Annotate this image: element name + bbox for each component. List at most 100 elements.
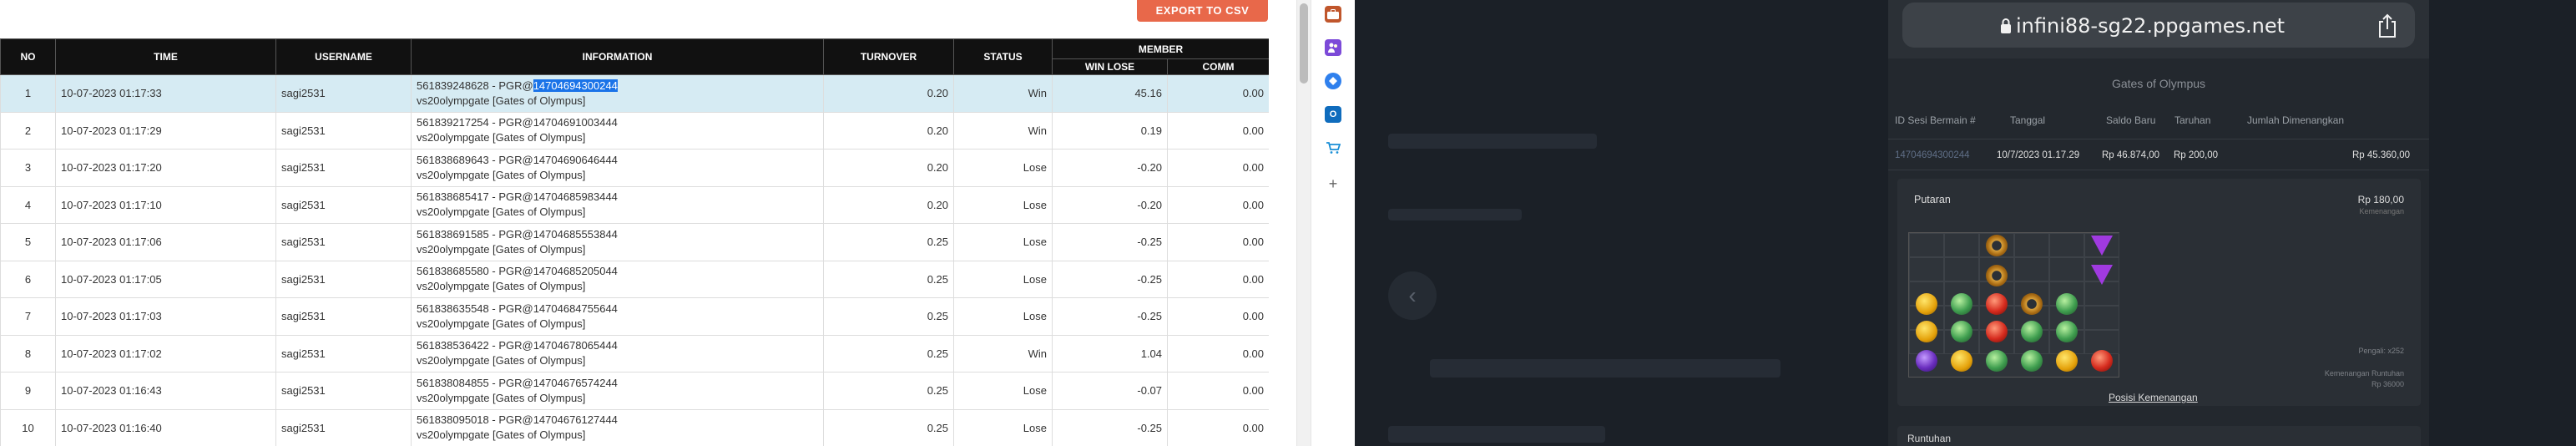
info-game: vs20olympgate [Gates of Olympus] [417,428,586,442]
col-header-time[interactable]: TIME [55,38,276,75]
url-bar[interactable]: infini88-sg22.ppgames.net [1902,3,2415,48]
table-row[interactable]: 2 10-07-2023 01:17:29 sagi2531 561839217254… [0,111,1269,150]
outlook-icon[interactable]: O [1325,106,1341,123]
cell-status: Lose [953,185,1053,224]
red-gem-icon [1986,321,2008,342]
gold-gem-icon [1916,293,1937,315]
col-header-no[interactable]: NO [0,38,56,75]
table-row[interactable]: 10 10-07-2023 01:16:40 sagi2531 56183809501… [0,408,1269,446]
col-header-comm[interactable]: COMM [1167,58,1269,75]
info-round-id[interactable]: 14704685205044 [533,265,618,277]
report-panel: EXPORT TO CSV NO TIME USERNAME INFORMATI… [0,0,1269,446]
table-row[interactable]: 3 10-07-2023 01:17:20 sagi2531 561838689643… [0,149,1269,187]
cell-status: Lose [953,372,1053,410]
info-ticket: 561838635548 - PGR@ [417,302,533,315]
col-balance: Saldo Baru [2106,114,2156,126]
scrollbar[interactable] [1296,0,1311,446]
cell-time: 10-07-2023 01:16:40 [55,408,276,446]
cell-turnover: 0.25 [823,372,954,410]
info-round-id[interactable]: 14704694300244 [533,79,618,92]
export-csv-button[interactable]: EXPORT TO CSV [1137,0,1268,22]
cell-time: 10-07-2023 01:17:06 [55,223,276,261]
briefcase-icon[interactable] [1325,6,1341,23]
cell-turnover: 0.20 [823,74,954,113]
cell-username: sagi2531 [275,149,412,187]
info-round-id[interactable]: 14704690646444 [533,154,618,166]
info-round-id[interactable]: 14704678065444 [533,339,618,352]
info-round-id[interactable]: 14704684755644 [533,302,618,315]
back-arrow-icon[interactable]: ‹ [1388,271,1437,320]
session-date-value: 10/7/2023 01.17.29 [1997,150,2080,160]
gold-gem-icon [2056,350,2078,372]
share-icon[interactable] [2376,13,2398,38]
posisi-kemenangan-link[interactable]: Posisi Kemenangan [2109,392,2198,403]
green-gem-icon [1951,293,1972,315]
info-game: vs20olympgate [Gates of Olympus] [417,131,586,144]
col-session-id: ID Sesi Bermain # [1895,114,1976,126]
cell-username: sagi2531 [275,334,412,373]
copilot-icon[interactable] [1325,73,1341,89]
col-date: Tanggal [2010,114,2046,126]
add-icon[interactable]: + [1325,175,1341,192]
ring-symbol-icon [2021,293,2043,315]
info-ticket: 561838536422 - PGR@ [417,339,533,352]
table-row[interactable]: 8 10-07-2023 01:17:02 sagi2531 561838536422… [0,334,1269,373]
info-round-id[interactable]: 14704685553844 [533,228,618,241]
col-header-status[interactable]: STATUS [953,38,1053,75]
info-ticket: 561838689643 - PGR@ [417,153,533,166]
cell-turnover: 0.25 [823,408,954,446]
info-game: vs20olympgate [Gates of Olympus] [417,317,586,330]
col-header-information[interactable]: INFORMATION [411,38,824,75]
col-header-username[interactable]: USERNAME [275,38,412,75]
col-header-member: MEMBER [1052,38,1269,59]
info-game: vs20olympgate [Gates of Olympus] [417,354,586,367]
multiplier-label: Pengali: x252 [2358,347,2404,355]
spin-win-value: Rp 180,00 [2357,194,2404,205]
info-round-id[interactable]: 14704676574244 [533,377,618,389]
cell-status: Win [953,111,1053,150]
cell-win-lose: -0.25 [1052,260,1168,298]
cell-comm: 0.00 [1167,185,1269,224]
cell-information: 561838685417 - PGR@14704685983444 vs20oly… [411,185,824,224]
info-round-id[interactable]: 14704685983444 [533,190,618,203]
runtuhan-card[interactable]: Runtuhan [1897,426,2421,446]
gold-gem-icon [1951,350,1972,372]
scrollbar-thumb[interactable] [1300,3,1308,84]
session-id-value[interactable]: 14704694300244 [1895,150,1970,160]
col-bet: Taruhan [2174,114,2211,126]
col-header-win-lose[interactable]: WIN LOSE [1052,58,1168,75]
green-gem-icon [2021,321,2043,342]
cell-username: sagi2531 [275,223,412,261]
cell-comm: 0.00 [1167,408,1269,446]
table-row[interactable]: 7 10-07-2023 01:17:03 sagi2531 561838635548… [0,297,1269,336]
red-gem-icon [1986,293,2008,315]
cell-no: 7 [0,297,56,336]
cell-information: 561838691585 - PGR@14704685553844 vs20oly… [411,223,824,261]
people-icon[interactable] [1325,39,1341,56]
session-won-value: Rp 45.360,00 [2352,150,2411,160]
cell-no: 6 [0,260,56,298]
cell-status: Lose [953,260,1053,298]
info-round-id[interactable]: 14704676127444 [533,413,618,426]
ring-symbol-icon [1986,235,2008,256]
cell-win-lose: -0.25 [1052,408,1168,446]
cell-win-lose: 0.19 [1052,111,1168,150]
table-row[interactable]: 1 10-07-2023 01:17:33 sagi2531 561839248628… [0,74,1269,113]
table-row[interactable]: 6 10-07-2023 01:17:05 sagi2531 561838685580… [0,260,1269,298]
total-win-label: Kemenangan Runtuhan [2324,369,2404,378]
cell-no: 4 [0,185,56,224]
table-row[interactable]: 5 10-07-2023 01:17:06 sagi2531 561838691585… [0,223,1269,261]
table-row[interactable]: 4 10-07-2023 01:17:10 sagi2531 561838685417… [0,185,1269,224]
info-round-id[interactable]: 14704691003444 [533,116,618,129]
cell-status: Lose [953,297,1053,336]
col-header-turnover[interactable]: TURNOVER [823,38,954,75]
cell-information: 561838084855 - PGR@14704676574244 vs20oly… [411,372,824,410]
ghost-bar [1388,426,1605,443]
table-row[interactable]: 9 10-07-2023 01:16:43 sagi2531 561838084855… [0,372,1269,410]
cell-no: 9 [0,372,56,410]
shopping-icon[interactable] [1325,139,1341,156]
info-game: vs20olympgate [Gates of Olympus] [417,168,586,181]
green-gem-icon [2021,350,2043,372]
cell-win-lose: -0.20 [1052,185,1168,224]
info-ticket: 561838095018 - PGR@ [417,413,533,427]
